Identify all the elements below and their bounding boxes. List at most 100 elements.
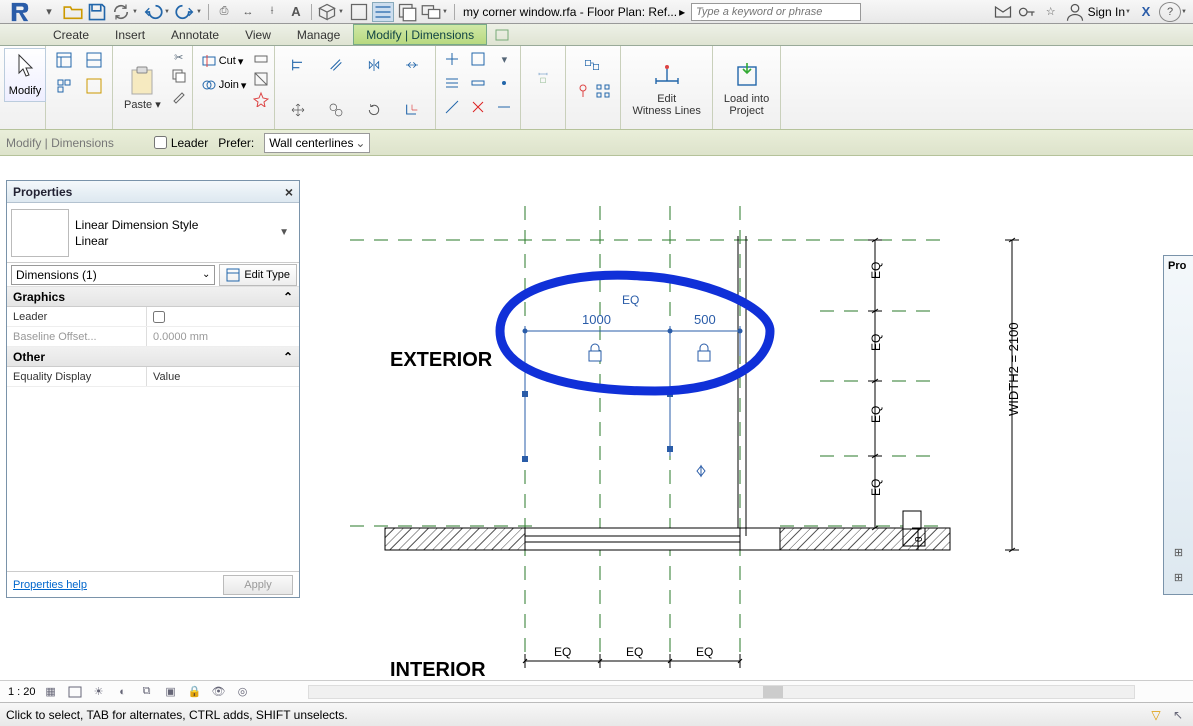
prefer-select[interactable]: Wall centerlines xyxy=(264,133,370,153)
tab-insert[interactable]: Insert xyxy=(102,24,158,45)
prop-leader[interactable]: Leader xyxy=(7,307,299,327)
type-properties-icon[interactable] xyxy=(80,48,108,72)
match-type-icon[interactable] xyxy=(170,87,188,105)
thin-lines-icon[interactable] xyxy=(372,2,394,22)
crop-region-icon[interactable]: ▣ xyxy=(162,684,180,700)
edit-witness-lines-button[interactable]: Edit Witness Lines xyxy=(625,48,707,127)
flip-control-icon[interactable] xyxy=(697,466,705,476)
create-group-icon[interactable] xyxy=(574,52,610,78)
grid-tool-b2[interactable] xyxy=(466,72,490,94)
pin-icon[interactable] xyxy=(574,82,592,100)
keys-icon[interactable] xyxy=(1016,2,1038,22)
search-input[interactable] xyxy=(691,3,861,21)
save-icon[interactable] xyxy=(86,2,108,22)
grid-tool-a2[interactable] xyxy=(466,48,490,70)
text-icon[interactable]: A xyxy=(285,2,307,22)
instance-selector[interactable]: Dimensions (1)⌄ xyxy=(11,265,215,285)
temp-hide-icon[interactable]: 👁 xyxy=(210,684,228,700)
open-icon[interactable] xyxy=(62,2,84,22)
prop-equality-display[interactable]: Equality DisplayValue xyxy=(7,367,299,387)
copy-icon[interactable] xyxy=(319,95,353,125)
move-icon[interactable] xyxy=(281,95,315,125)
drawing-canvas[interactable]: EXTERIOR INTERIOR 1000 500 EQ EQ EQ EQ E… xyxy=(300,156,1163,680)
visual-style-icon[interactable] xyxy=(66,684,84,700)
shadows-icon[interactable]: ◐ xyxy=(114,684,132,700)
print-icon[interactable]: ⎙ xyxy=(213,2,235,22)
measure-panel-icon[interactable] xyxy=(525,48,561,108)
tab-view[interactable]: View xyxy=(232,24,284,45)
palette-close-icon[interactable]: × xyxy=(285,184,293,200)
paste-button[interactable]: Paste ▾ xyxy=(117,48,168,127)
expand-plus-icon-2[interactable]: ⊞ xyxy=(1174,571,1183,584)
tab-modify-dimensions[interactable]: Modify | Dimensions xyxy=(353,24,487,45)
demolish-icon[interactable] xyxy=(252,90,270,108)
properties-icon[interactable] xyxy=(50,48,78,72)
detail-level-icon[interactable]: ▦ xyxy=(42,684,60,700)
horizontal-scrollbar[interactable] xyxy=(308,685,1135,699)
3d-view-icon[interactable] xyxy=(316,2,338,22)
grid-tool-c1[interactable] xyxy=(440,96,464,118)
status-cursor-icon[interactable]: ↖ xyxy=(1169,707,1187,723)
load-into-project-button[interactable]: Load into Project xyxy=(717,48,776,127)
group-other[interactable]: Other⌃ xyxy=(7,347,299,367)
grid-tool-c3[interactable] xyxy=(492,96,516,118)
project-units-icon[interactable] xyxy=(80,74,108,98)
lock-view-icon[interactable]: 🔒 xyxy=(186,684,204,700)
switch-windows-icon[interactable] xyxy=(420,2,442,22)
mirror-icon[interactable] xyxy=(357,50,391,80)
right-palette-collapsed[interactable]: Pro ⊞⊞ xyxy=(1163,255,1193,595)
tab-create[interactable]: Create xyxy=(40,24,102,45)
group-graphics[interactable]: Graphics⌃ xyxy=(7,287,299,307)
split-icon[interactable] xyxy=(395,50,429,80)
expand-plus-icon[interactable]: ⊞ xyxy=(1174,546,1183,559)
measure-icon[interactable]: ↔ xyxy=(237,2,259,22)
modify-button[interactable]: Modify xyxy=(4,48,46,102)
offset-icon[interactable] xyxy=(319,50,353,80)
redo-icon[interactable] xyxy=(174,2,196,22)
crop-view-icon[interactable]: ⧉ xyxy=(138,684,156,700)
rotate-icon[interactable] xyxy=(357,95,391,125)
split-face-icon[interactable] xyxy=(252,70,270,88)
tab-extra-icon[interactable] xyxy=(487,24,517,45)
scale-button[interactable]: 1 : 20 xyxy=(8,686,36,698)
exchange-icon[interactable]: X xyxy=(1135,2,1157,22)
trim-icon[interactable] xyxy=(395,95,429,125)
help-icon[interactable]: ? xyxy=(1159,2,1181,22)
sync-icon[interactable] xyxy=(110,2,132,22)
cut-geometry-button[interactable]: Cut ▾ xyxy=(199,50,249,72)
type-selector[interactable]: Linear Dimension StyleLinear ▼ xyxy=(7,203,299,263)
star-icon[interactable]: ☆ xyxy=(1040,2,1062,22)
status-filter-icon[interactable]: ▽ xyxy=(1147,707,1165,723)
dimension-icon[interactable]: ⟊ xyxy=(261,2,283,22)
family-types-icon[interactable] xyxy=(50,74,78,98)
undo-icon[interactable] xyxy=(142,2,164,22)
tab-annotate[interactable]: Annotate xyxy=(158,24,232,45)
cope-icon[interactable] xyxy=(252,50,270,68)
grid-tool-b1[interactable] xyxy=(440,72,464,94)
app-menu-drop-icon[interactable]: ▾ xyxy=(38,2,60,22)
grid-tool-b3[interactable] xyxy=(492,72,516,94)
leader-checkbox[interactable]: Leader xyxy=(154,136,208,150)
sun-path-icon[interactable]: ☀ xyxy=(90,684,108,700)
signin-link[interactable]: Sign In xyxy=(1088,5,1125,19)
copy-clipboard-icon[interactable] xyxy=(170,67,188,85)
grid-tool-a1[interactable] xyxy=(440,48,464,70)
type-drop-icon[interactable]: ▼ xyxy=(279,227,295,238)
close-hidden-icon[interactable] xyxy=(396,2,418,22)
grid-tool-a3[interactable]: ▾ xyxy=(492,48,516,70)
properties-help-link[interactable]: Properties help xyxy=(13,579,87,591)
array-icon[interactable] xyxy=(594,82,612,100)
tab-manage[interactable]: Manage xyxy=(284,24,353,45)
edit-type-button[interactable]: Edit Type xyxy=(219,264,297,286)
lock-icon[interactable] xyxy=(698,344,710,361)
section-icon[interactable] xyxy=(348,2,370,22)
grid-tool-c2[interactable] xyxy=(466,96,490,118)
lock-icon[interactable] xyxy=(589,344,601,361)
cut-clipboard-icon[interactable]: ✂ xyxy=(170,50,188,65)
apply-button[interactable]: Apply xyxy=(223,575,293,595)
reveal-icon[interactable]: ◎ xyxy=(234,684,252,700)
join-geometry-button[interactable]: Join ▾ xyxy=(199,74,249,96)
align-icon[interactable] xyxy=(281,50,315,80)
signin-drop-icon[interactable]: ▼ xyxy=(1125,9,1133,15)
subscription-icon[interactable] xyxy=(992,2,1014,22)
